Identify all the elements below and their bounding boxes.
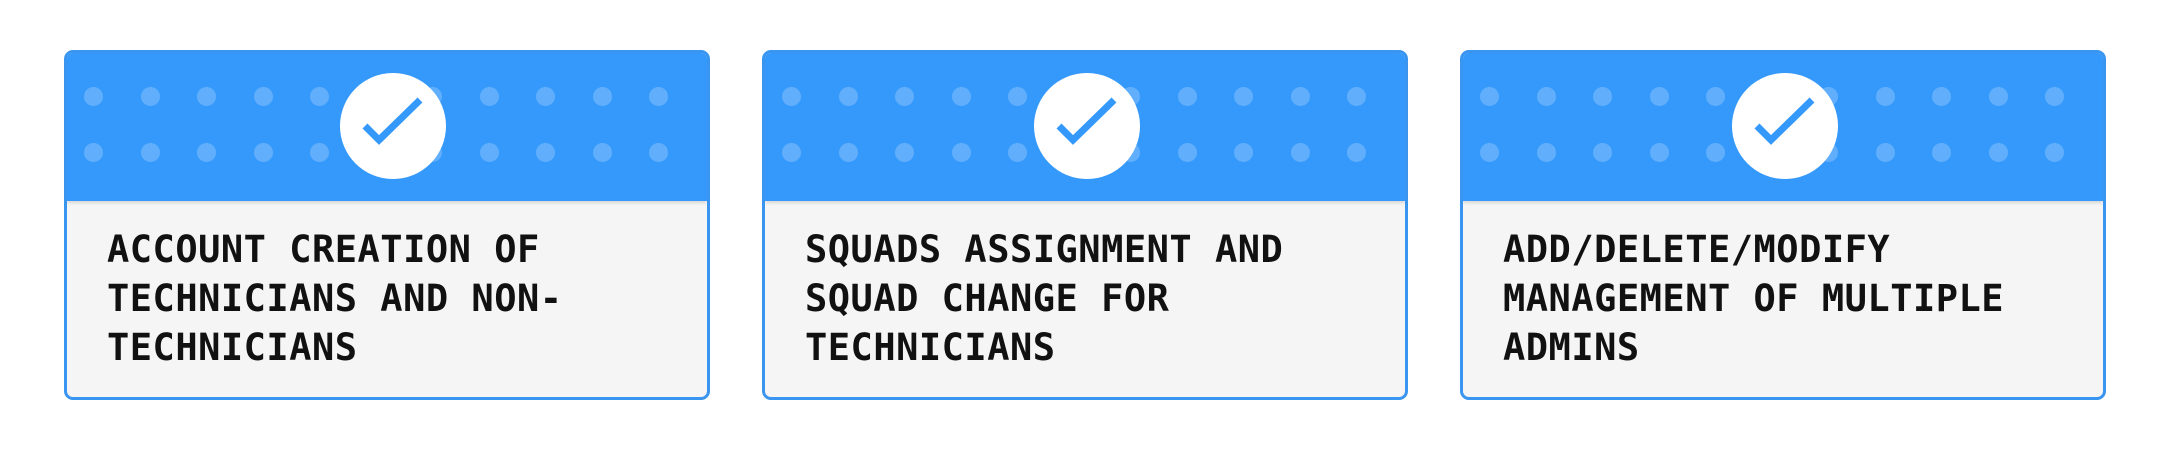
decor-dot xyxy=(1177,143,1197,162)
checkmark-icon xyxy=(1034,73,1140,179)
feature-card-admins-management: ADD/DELETE/MODIFY MANAGEMENT OF MULTIPLE… xyxy=(1460,50,2106,400)
decor-dot xyxy=(895,87,914,106)
decor-dot xyxy=(479,87,499,106)
decor-dot xyxy=(1480,87,1499,106)
decor-dot xyxy=(1234,87,1253,106)
decor-dot xyxy=(592,143,612,162)
decor-dot xyxy=(1008,87,1027,106)
decor-dot xyxy=(1875,87,1895,106)
decor-dot xyxy=(1932,143,1951,162)
decor-dot xyxy=(1988,87,2008,106)
decor-dot xyxy=(838,143,858,162)
decor-dot xyxy=(197,143,216,162)
decor-dot xyxy=(1177,87,1197,106)
decor-dot xyxy=(2045,143,2064,162)
checkmark-icon xyxy=(1732,73,1838,179)
decor-dot xyxy=(1875,143,1895,162)
decor-dot xyxy=(1593,87,1612,106)
decor-dot xyxy=(592,87,612,106)
decor-dot xyxy=(479,143,499,162)
decor-dot xyxy=(1290,87,1310,106)
decor-dot xyxy=(197,87,216,106)
decor-dot xyxy=(1706,143,1725,162)
decor-dot xyxy=(84,87,103,106)
decor-dot xyxy=(838,87,858,106)
card-text: ADD/DELETE/MODIFY MANAGEMENT OF MULTIPLE… xyxy=(1503,228,2005,369)
decor-dot xyxy=(1536,143,1556,162)
card-header xyxy=(67,53,707,201)
decor-dot xyxy=(951,87,971,106)
card-text: SQUADS ASSIGNMENT AND SQUAD CHANGE FOR T… xyxy=(805,228,1284,369)
decor-dot xyxy=(1480,143,1499,162)
decor-dot xyxy=(1988,143,2008,162)
decor-dot xyxy=(1706,87,1725,106)
decor-dot xyxy=(253,143,273,162)
decor-dot xyxy=(2045,87,2064,106)
feature-card-squads-assignment: SQUADS ASSIGNMENT AND SQUAD CHANGE FOR T… xyxy=(762,50,1408,400)
decor-dot xyxy=(782,143,801,162)
decor-dot xyxy=(895,143,914,162)
decor-dot xyxy=(536,87,555,106)
decor-dot xyxy=(536,143,555,162)
decor-dot xyxy=(782,87,801,106)
card-header xyxy=(1463,53,2103,201)
decor-dot xyxy=(253,87,273,106)
decor-dot xyxy=(1008,143,1027,162)
decor-dot xyxy=(310,87,329,106)
decor-dot xyxy=(951,143,971,162)
decor-dot xyxy=(1536,87,1556,106)
card-text: ACCOUNT CREATION OF TECHNICIANS AND NON-… xyxy=(107,228,563,369)
decor-dot xyxy=(649,87,668,106)
decor-dot xyxy=(140,143,160,162)
decor-dot xyxy=(1347,143,1366,162)
decor-dot xyxy=(1932,87,1951,106)
decor-dot xyxy=(140,87,160,106)
decor-dot xyxy=(1649,87,1669,106)
decor-dot xyxy=(1649,143,1669,162)
decor-dot xyxy=(1234,143,1253,162)
decor-dot xyxy=(1593,143,1612,162)
card-header xyxy=(765,53,1405,201)
decor-dot xyxy=(84,143,103,162)
decor-dot xyxy=(1347,87,1366,106)
decor-dot xyxy=(1290,143,1310,162)
checkmark-icon xyxy=(340,73,446,179)
feature-cards: ACCOUNT CREATION OF TECHNICIANS AND NON-… xyxy=(64,50,2106,400)
decor-dot xyxy=(649,143,668,162)
decor-dot xyxy=(310,143,329,162)
feature-card-account-creation: ACCOUNT CREATION OF TECHNICIANS AND NON-… xyxy=(64,50,710,400)
